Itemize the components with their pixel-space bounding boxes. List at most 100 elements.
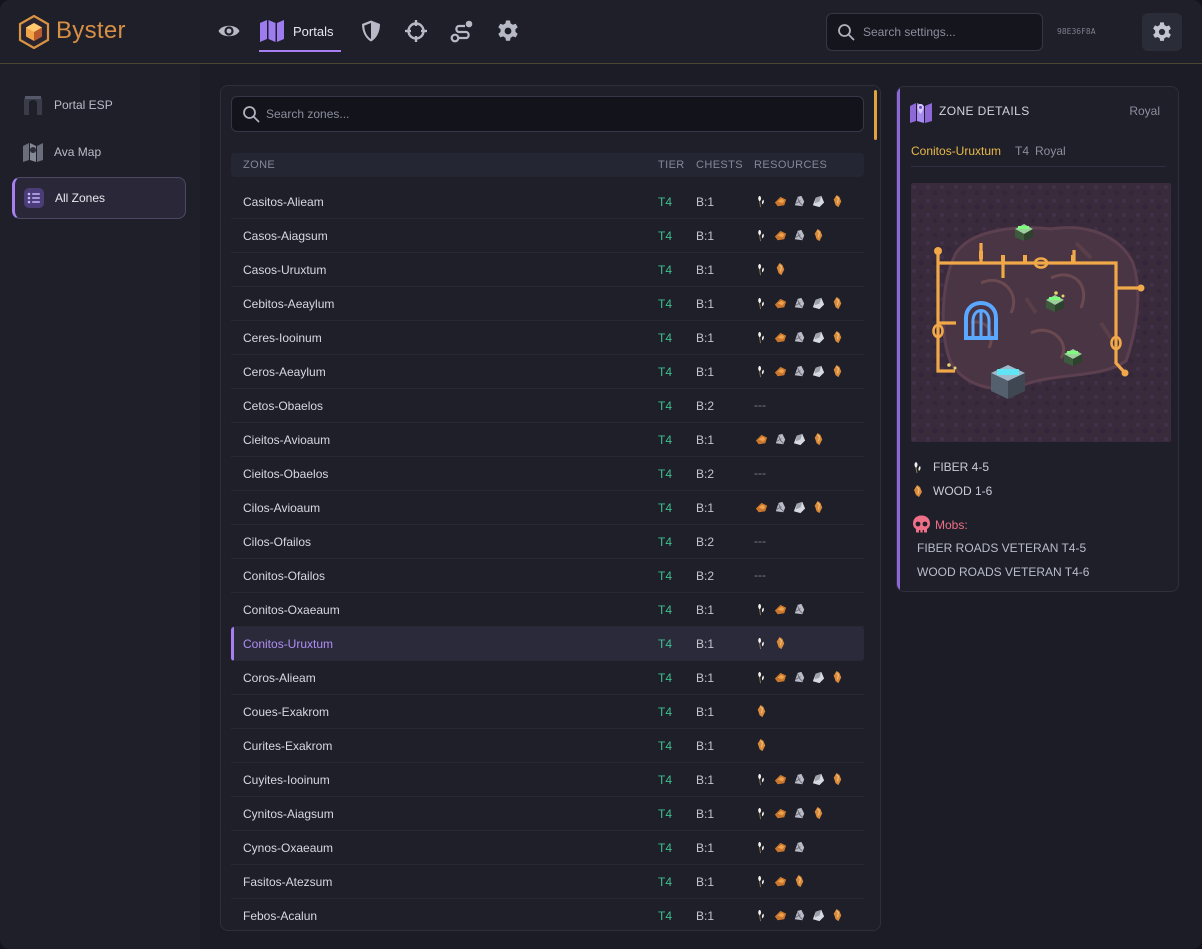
settings-search-box[interactable] (826, 13, 1043, 51)
wood-icon (774, 842, 787, 852)
table-row[interactable]: Ceros-Aeaylum T4 B:1 (231, 355, 864, 389)
tier-cell: T4 (658, 229, 673, 243)
chests-cell: B:1 (696, 807, 715, 821)
fiber-icon (758, 909, 764, 921)
route-icon (450, 20, 473, 43)
gear-icon (1153, 22, 1171, 41)
zone-name-cell: Coues-Exakrom (243, 705, 330, 719)
table-row[interactable]: Ceres-Iooinum T4 B:1 (231, 321, 864, 355)
sidebar-item-ava-map[interactable]: Ava Map (12, 131, 186, 173)
zones-table-panel: ZONE TIER CHESTS RESOURCES Casitos-Aliea… (220, 85, 881, 931)
chests-cell: B:1 (696, 297, 715, 311)
nav-settings-button[interactable] (495, 18, 521, 44)
table-row[interactable]: Conitos-Uruxtum T4 B:1 (231, 627, 864, 661)
chests-cell: B:1 (696, 705, 715, 719)
tier-cell: T4 (658, 467, 673, 481)
nav-esp-button[interactable] (216, 18, 242, 44)
fiber-icon (758, 637, 764, 649)
table-row[interactable]: Cilos-Avioaum T4 B:1 (231, 491, 864, 525)
search-icon (838, 24, 855, 41)
table-row[interactable]: Cynitos-Aiagsum T4 B:1 (231, 797, 864, 831)
zone-name-cell: Cetos-Obaelos (243, 399, 324, 413)
ore-icon (794, 671, 805, 682)
zone-search-box[interactable] (231, 96, 864, 132)
wood-icon (774, 196, 787, 206)
chests-cell: B:1 (696, 739, 715, 753)
details-zone-tier: T4 (1015, 144, 1030, 158)
tier-cell: T4 (658, 297, 673, 311)
table-row[interactable]: Casos-Uruxtum T4 B:1 (231, 253, 864, 287)
fiber-icon (758, 841, 764, 853)
sidebar-item-portal-esp[interactable]: Portal ESP (12, 84, 186, 126)
zone-search-input[interactable] (266, 107, 846, 121)
wood-icon (755, 434, 768, 444)
table-row[interactable]: Conitos-Ofailos T4 B:2 --- (231, 559, 864, 593)
details-divider (911, 166, 1166, 167)
sidebar-item-label: All Zones (55, 191, 106, 205)
column-header-resources[interactable]: RESOURCES (754, 159, 827, 171)
map-pin-icon (910, 103, 932, 123)
fiber-icon (758, 195, 764, 207)
resources-cell: --- (754, 397, 766, 413)
chests-cell: B:2 (696, 535, 715, 549)
nav-route-button[interactable] (449, 18, 475, 44)
table-row[interactable]: Cynos-Oxaeaum T4 B:1 (231, 831, 864, 865)
resources-cell (754, 295, 845, 311)
tier-cell: T4 (658, 671, 673, 685)
ore-icon (775, 501, 786, 512)
no-resources-text: --- (754, 466, 766, 480)
chests-cell: B:1 (696, 229, 715, 243)
column-header-tier[interactable]: TIER (658, 159, 685, 171)
mobs-label: Mobs: (935, 517, 968, 532)
table-row[interactable]: Cebitos-Aeaylum T4 B:1 (231, 287, 864, 321)
zone-name-cell: Fasitos-Atezsum (243, 875, 333, 889)
column-header-chests[interactable]: CHESTS (696, 159, 743, 171)
nav-portals-tab[interactable]: Portals (259, 16, 342, 52)
resources-cell (754, 329, 845, 345)
global-settings-button[interactable] (1142, 13, 1182, 51)
resources-cell (754, 703, 769, 719)
table-row[interactable]: Casos-Aiagsum T4 B:1 (231, 219, 864, 253)
fiber-icon (758, 263, 764, 275)
chests-cell: B:2 (696, 399, 715, 413)
skull-icon (913, 515, 930, 533)
column-header-zone[interactable]: ZONE (243, 159, 275, 171)
table-row[interactable]: Fasitos-Atezsum T4 B:1 (231, 865, 864, 899)
table-row[interactable]: Conitos-Oxaeaum T4 B:1 (231, 593, 864, 627)
table-row[interactable]: Cetos-Obaelos T4 B:2 --- (231, 389, 864, 423)
nav-shield-button[interactable] (358, 18, 384, 44)
details-resource-label: FIBER 4-5 (933, 460, 990, 474)
fiber-icon (758, 671, 764, 683)
fiber-icon (758, 297, 764, 309)
tier-cell: T4 (658, 807, 673, 821)
settings-search-input[interactable] (863, 25, 1033, 39)
table-row[interactable]: Cuyites-Iooinum T4 B:1 (231, 763, 864, 797)
tier-cell: T4 (658, 501, 673, 515)
fiber-icon (758, 875, 764, 887)
fiber-icon (914, 462, 921, 474)
resources-cell (754, 363, 845, 379)
ore-icon (794, 229, 805, 240)
nav-aim-button[interactable] (403, 18, 429, 44)
fiber-icon (758, 229, 764, 241)
tier-cell: T4 (658, 875, 673, 889)
table-row[interactable]: Cieitos-Avioaum T4 B:1 (231, 423, 864, 457)
table-row[interactable]: Coues-Exakrom T4 B:1 (231, 695, 864, 729)
table-row[interactable]: Cieitos-Obaelos T4 B:2 --- (231, 457, 864, 491)
table-scrollbar-thumb[interactable] (874, 90, 877, 140)
table-row[interactable]: Curites-Exakrom T4 B:1 (231, 729, 864, 763)
table-row[interactable]: Coros-Alieam T4 B:1 (231, 661, 864, 695)
table-row[interactable]: Cilos-Ofailos T4 B:2 --- (231, 525, 864, 559)
table-row[interactable]: Casitos-Alieam T4 B:1 (231, 185, 864, 219)
tier-cell: T4 (658, 841, 673, 855)
chests-cell: B:1 (696, 433, 715, 447)
sidebar-item-all-zones[interactable]: All Zones (12, 177, 186, 219)
no-resources-text: --- (754, 534, 766, 548)
zone-name-cell: Cebitos-Aeaylum (243, 297, 335, 311)
table-row[interactable]: Febos-Acalun T4 B:1 (231, 899, 864, 930)
resources-cell: --- (754, 533, 766, 549)
hide-icon (833, 670, 842, 683)
resources-cell (754, 635, 788, 651)
ore-icon (794, 909, 805, 920)
mob-entry: FIBER ROADS VETERAN T4-5 (917, 541, 1087, 555)
